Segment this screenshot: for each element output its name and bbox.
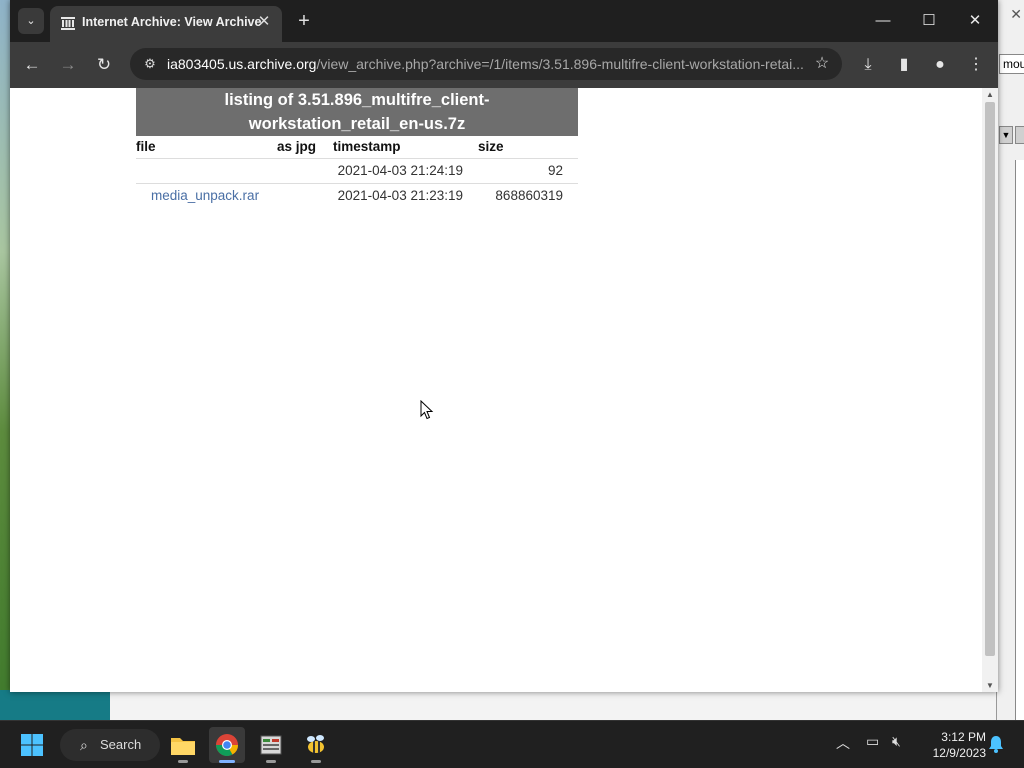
table-row: 2021-04-03 21:24:19 92 — [136, 157, 578, 183]
file-cell — [136, 157, 277, 183]
address-bar[interactable]: ⚙ ia803405.us.archive.org/view_archive.p… — [130, 48, 842, 80]
archive-listing: listing of 3.51.896_multifre_client- wor… — [136, 88, 578, 208]
browser-toolbar: ← → ↻ ⚙ ia803405.us.archive.org/view_arc… — [10, 42, 998, 88]
table-row: media_unpack.rar 2021-04-03 21:23:19 868… — [136, 182, 578, 208]
file-cell: media_unpack.rar — [136, 182, 277, 208]
mouse-cursor-icon — [420, 400, 434, 420]
table-header-row: file as jpg timestamp size — [136, 136, 578, 158]
browser-tab[interactable]: Internet Archive: View Archive ✕ — [50, 6, 282, 42]
minimize-icon[interactable]: — — [860, 6, 906, 36]
notification-bell-icon[interactable] — [988, 735, 1004, 753]
background-window: ✕ mou ▼ — [996, 0, 1024, 720]
file-link[interactable]: media_unpack.rar — [151, 188, 259, 203]
tab-title: Internet Archive: View Archive — [82, 15, 262, 29]
taskbar-app-spreadsheet[interactable] — [253, 727, 289, 763]
url-domain: ia803405.us.archive.org — [167, 56, 317, 72]
profile-icon[interactable]: ● — [926, 51, 954, 79]
size-cell: 868860319 — [478, 182, 578, 208]
app-indicator — [266, 760, 276, 763]
archive-favicon-icon — [61, 17, 75, 30]
search-label: Search — [100, 737, 142, 752]
app-indicator — [219, 760, 235, 763]
scroll-up-icon[interactable]: ▲ — [986, 90, 994, 99]
download-icon[interactable]: ⤓ — [854, 51, 882, 79]
window-close-icon[interactable]: ✕ — [952, 6, 998, 36]
listing-title-line1: listing of 3.51.896_multifre_client- — [224, 91, 490, 109]
tab-close-icon[interactable]: ✕ — [254, 12, 274, 32]
url-path: /view_archive.php?archive=/1/items/3.51.… — [316, 56, 804, 72]
new-tab-plus-icon[interactable]: + — [292, 10, 316, 34]
listing-title-line2: workstation_retail_en-us.7z — [248, 115, 466, 133]
background-window-strip — [110, 690, 996, 720]
browser-titlebar: ⌄ Internet Archive: View Archive ✕ + — ☐… — [10, 0, 998, 42]
maximize-icon[interactable]: ☐ — [906, 6, 952, 36]
tray-chevron-up-icon[interactable]: ︿ — [836, 733, 850, 753]
timestamp-cell: 2021-04-03 21:24:19 — [333, 157, 478, 183]
bee-app-icon — [307, 735, 324, 753]
background-scroll-up-icon[interactable] — [1015, 126, 1024, 144]
column-header-size: size — [478, 139, 504, 155]
search-icon: ⌕ — [80, 737, 88, 753]
column-header-timestamp: timestamp — [333, 139, 401, 155]
reload-icon[interactable]: ↻ — [91, 52, 117, 78]
vertical-scrollbar[interactable]: ▲ ▼ — [982, 88, 998, 692]
page-viewport: listing of 3.51.896_multifre_client- wor… — [10, 88, 998, 692]
app-indicator — [178, 760, 188, 763]
volume-muted-icon[interactable]: 🔇︎ — [892, 733, 912, 753]
column-header-file: file — [136, 139, 156, 155]
timestamp-cell: 2021-04-03 21:23:19 — [333, 182, 478, 208]
as-jpg-cell — [277, 182, 333, 208]
side-panel-icon[interactable]: ▮ — [890, 51, 918, 79]
background-window-tab[interactable]: mou — [999, 54, 1024, 74]
background-close-icon[interactable]: ✕ — [1010, 6, 1022, 23]
folder-icon — [171, 738, 195, 755]
taskbar: ⌕ Search ︿ ▭ 🔇︎ 3:12 PM 12/9/2023 — [0, 720, 1024, 768]
background-panel — [1015, 160, 1024, 720]
taskbar-search-button[interactable]: ⌕ Search — [60, 729, 160, 761]
back-arrow-icon[interactable]: ← — [19, 52, 45, 78]
tab-search-chevron-icon[interactable]: ⌄ — [18, 8, 44, 34]
listing-title: listing of 3.51.896_multifre_client- wor… — [136, 88, 578, 136]
background-scroll-down-icon[interactable]: ▼ — [999, 126, 1013, 144]
background-window-teal — [0, 690, 110, 720]
app-indicator — [311, 760, 321, 763]
spreadsheet-app-icon — [260, 735, 282, 755]
listing-table: file as jpg timestamp size 2021-04-03 21… — [136, 136, 578, 208]
scrollbar-thumb[interactable] — [985, 102, 995, 656]
chrome-app[interactable] — [209, 727, 245, 763]
column-header-as-jpg: as jpg — [277, 139, 317, 155]
scroll-down-icon[interactable]: ▼ — [986, 681, 994, 690]
taskbar-app-bee[interactable] — [298, 727, 334, 763]
bookmark-star-icon[interactable]: ☆ — [810, 52, 834, 76]
menu-kebab-icon[interactable]: ⋮ — [962, 51, 990, 79]
file-explorer-app[interactable] — [165, 727, 201, 763]
browser-window: ⌄ Internet Archive: View Archive ✕ + — ☐… — [10, 0, 998, 692]
clock-time: 3:12 PM — [941, 730, 986, 744]
taskbar-clock[interactable]: 3:12 PM 12/9/2023 — [920, 729, 986, 761]
network-icon[interactable]: ▭ — [866, 733, 886, 753]
clock-date: 12/9/2023 — [932, 746, 986, 760]
forward-arrow-icon[interactable]: → — [55, 52, 81, 78]
url-text[interactable]: ia803405.us.archive.org/view_archive.php… — [167, 56, 807, 72]
size-cell: 92 — [478, 157, 578, 183]
windows-start-icon[interactable] — [20, 733, 44, 757]
as-jpg-cell — [277, 157, 333, 183]
chrome-icon — [216, 734, 238, 756]
site-info-icon[interactable]: ⚙ — [138, 52, 162, 76]
